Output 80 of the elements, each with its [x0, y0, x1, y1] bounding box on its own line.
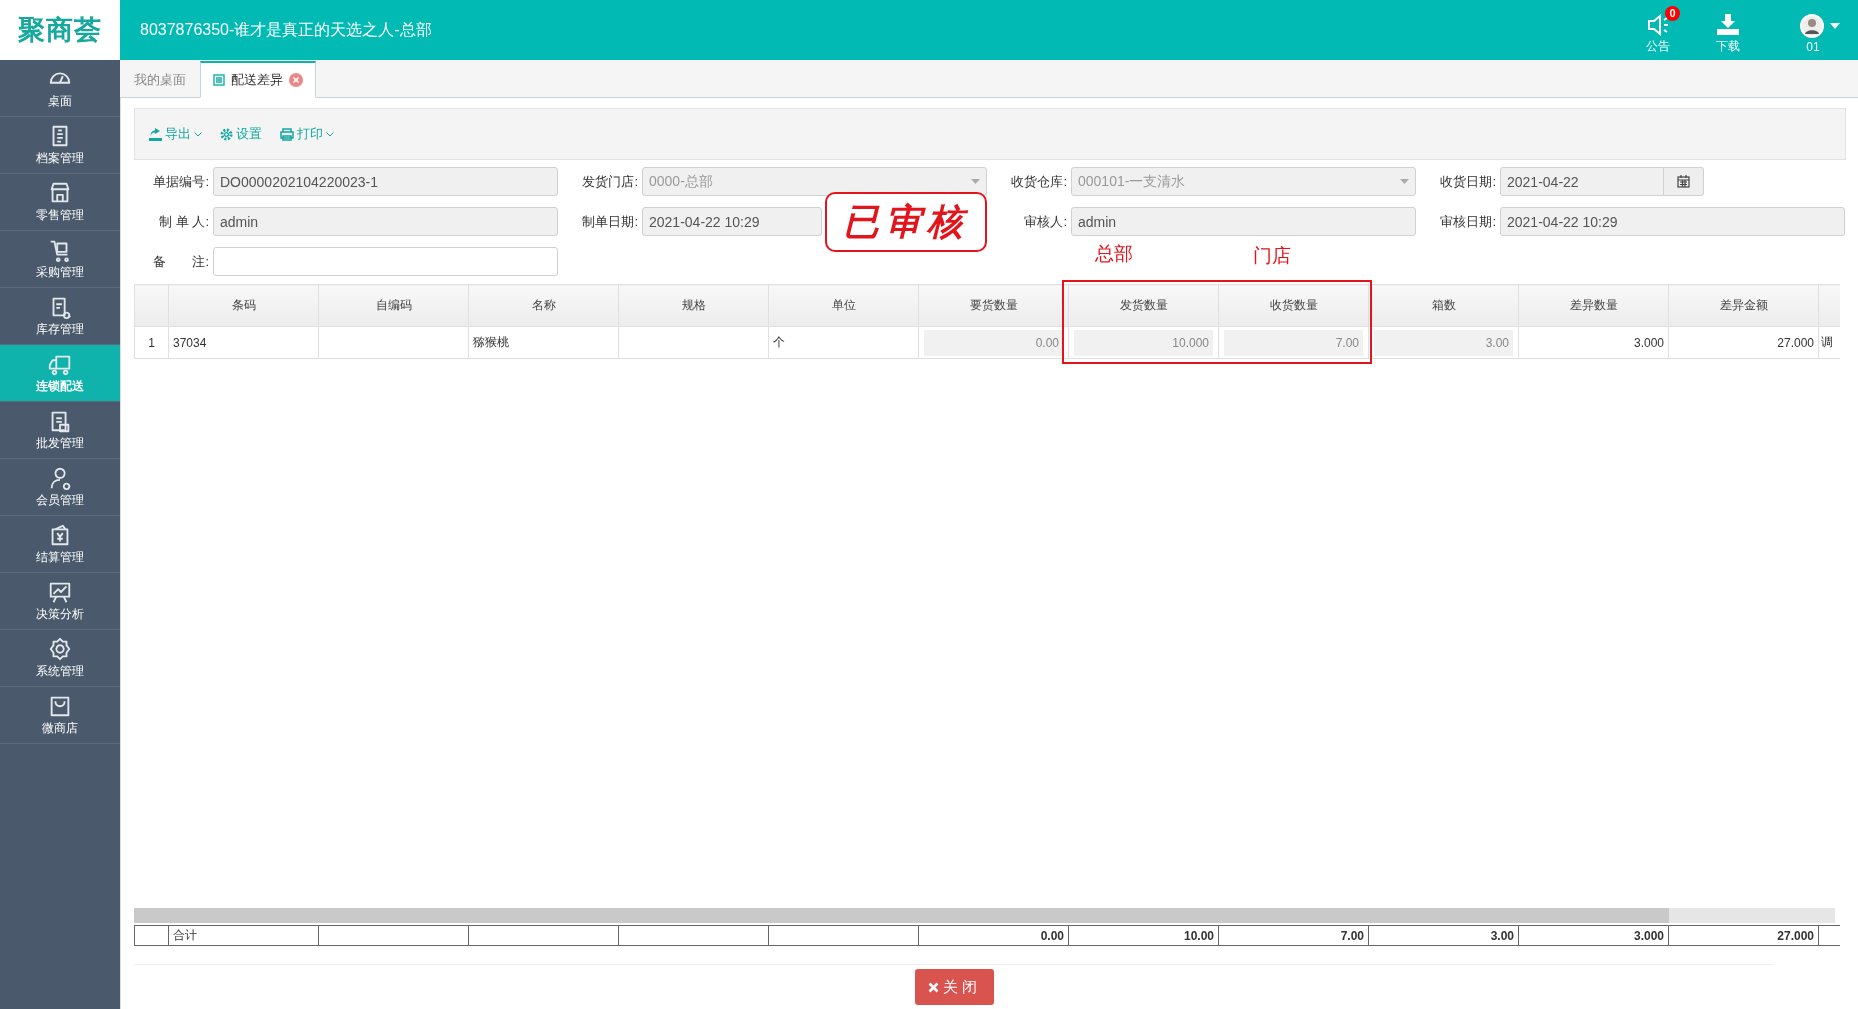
- tab[interactable]: 配送差异: [200, 61, 316, 98]
- table-cell: 个: [768, 326, 919, 359]
- column-header[interactable]: 规格: [618, 284, 769, 327]
- chevron-down-icon: [194, 131, 202, 137]
- window-title: 8037876350-谁才是真正的天选之人-总部: [140, 19, 432, 40]
- field-label: 备 注:: [152, 252, 210, 271]
- annotation-label: 总部: [1095, 242, 1133, 266]
- column-header[interactable]: 名称: [468, 284, 619, 327]
- sidebar-item[interactable]: 档案管理: [0, 117, 120, 174]
- sidebar-item[interactable]: 决策分析: [0, 573, 120, 630]
- caret-icon: [1400, 179, 1409, 184]
- field-label: 审核人:: [1023, 212, 1068, 231]
- gear-icon: [220, 127, 233, 141]
- table-cell: 3.000: [1518, 326, 1669, 359]
- column-header[interactable]: 箱数: [1368, 284, 1519, 327]
- row-number: 1: [134, 326, 169, 359]
- annotation-label: 门店: [1253, 244, 1291, 268]
- total-cell: 27.000: [1668, 925, 1819, 946]
- field-label: 收货日期:: [1439, 172, 1497, 191]
- column-header[interactable]: 单位: [768, 284, 919, 327]
- sidebar-item[interactable]: 采购管理: [0, 231, 120, 288]
- field-label: 发货门店:: [581, 172, 639, 191]
- field-label: 审核日期:: [1439, 212, 1497, 231]
- field-label: 制单日期:: [581, 212, 639, 231]
- table-cell: 3.00: [1374, 329, 1513, 356]
- total-cell: 10.00: [1068, 925, 1219, 946]
- table-cell: 10.000: [1074, 329, 1213, 356]
- field-label: 收货仓库:: [1010, 172, 1068, 191]
- sidebar-item[interactable]: 微商店: [0, 687, 120, 744]
- table-cell: 37034: [168, 326, 319, 359]
- chevron-down-icon: [326, 131, 334, 137]
- calendar-icon: [1677, 175, 1690, 188]
- column-header[interactable]: 自编码: [318, 284, 469, 327]
- action-label: 公告: [1646, 37, 1670, 55]
- list-icon: [213, 74, 225, 86]
- gear-icon: [47, 636, 73, 662]
- table-cell: 0.00: [924, 329, 1063, 356]
- field-label: 单据编号:: [152, 172, 210, 191]
- printer-icon: [280, 127, 294, 141]
- header-cell: [134, 284, 169, 327]
- total-cell: 3.000: [1518, 925, 1669, 946]
- speaker-icon: [1646, 13, 1670, 36]
- table-cell: 猕猴桃: [468, 326, 619, 359]
- download-icon: [1716, 13, 1740, 36]
- approved-stamp: 已审核: [825, 192, 987, 252]
- logo: 聚商荟: [0, 0, 120, 60]
- column-header[interactable]: 发货数量: [1068, 284, 1219, 327]
- total-cell: 0.00: [918, 925, 1069, 946]
- field-label: 制 单 人:: [158, 212, 210, 231]
- close-icon: [927, 981, 939, 993]
- sidebar-item[interactable]: 系统管理: [0, 630, 120, 687]
- avatar-icon: [1800, 14, 1824, 38]
- table-cell: [134, 925, 169, 946]
- column-header[interactable]: 要货数量: [918, 284, 1069, 327]
- close-button[interactable]: 关闭: [914, 969, 994, 1005]
- total-cell: 7.00: [1218, 925, 1369, 946]
- caret-icon: [971, 179, 980, 184]
- total-label: 合计: [168, 925, 319, 946]
- sidebar-item[interactable]: 批发管理: [0, 402, 120, 459]
- input-field[interactable]: [213, 247, 558, 276]
- caret-icon: [1830, 23, 1840, 29]
- sidebar-item[interactable]: 结算管理: [0, 516, 120, 573]
- sidebar-item[interactable]: 会员管理: [0, 459, 120, 516]
- sidebar-item[interactable]: 零售管理: [0, 174, 120, 231]
- notification-count: 0: [1665, 5, 1680, 21]
- column-header[interactable]: 差异金额: [1668, 284, 1819, 327]
- table-cell: 7.00: [1224, 329, 1363, 356]
- column-header[interactable]: [1818, 284, 1840, 327]
- header-action[interactable]: 0 公告: [1640, 5, 1680, 55]
- total-cell: 3.00: [1368, 925, 1519, 946]
- calendar-button[interactable]: [1664, 167, 1704, 196]
- export-icon: [149, 127, 162, 141]
- column-header[interactable]: 条码: [168, 284, 319, 327]
- close-icon[interactable]: [289, 73, 303, 87]
- total-cell: [1818, 925, 1840, 946]
- column-header[interactable]: 收货数量: [1218, 284, 1369, 327]
- action-label: 01: [1806, 40, 1820, 54]
- action-label: 下载: [1716, 37, 1740, 55]
- column-header[interactable]: 差异数量: [1518, 284, 1669, 327]
- table-cell: 27.000: [1668, 326, 1819, 359]
